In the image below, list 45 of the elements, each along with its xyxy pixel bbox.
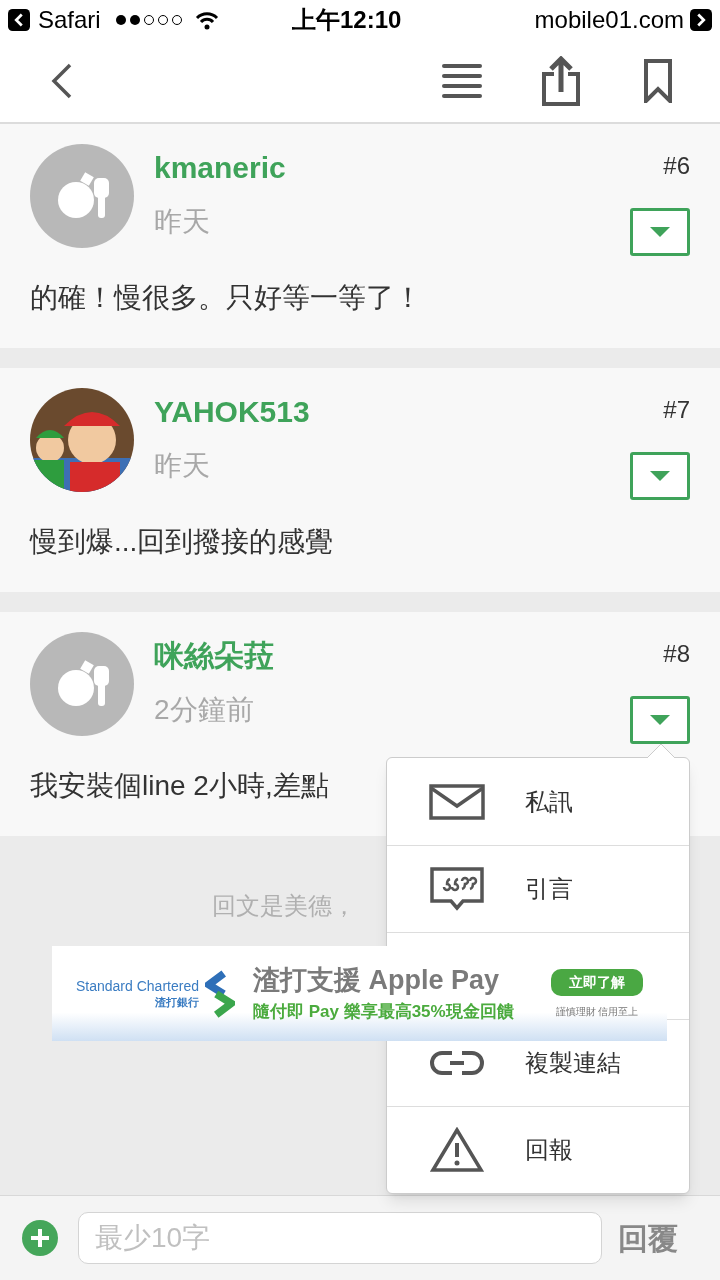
back-icon[interactable]: [8, 9, 30, 31]
menu-item[interactable]: 回報: [429, 1127, 573, 1173]
floor-number: #6: [663, 151, 690, 181]
menu-item-label: 引言: [525, 874, 573, 904]
mail-icon: [429, 783, 485, 820]
caret-icon: [650, 227, 670, 237]
floor-number: #7: [663, 395, 690, 425]
warning-icon: [430, 1127, 484, 1173]
share-icon[interactable]: [542, 56, 580, 106]
bookmark-icon[interactable]: [644, 59, 672, 103]
floor-number: #8: [663, 639, 690, 669]
menu-icon[interactable]: [442, 63, 482, 99]
forward-icon[interactable]: [690, 9, 712, 31]
footer-note: 回文是美德，: [212, 891, 356, 921]
quote-bubble-icon: [430, 867, 484, 911]
menu-item[interactable]: 引言: [429, 867, 573, 911]
back-app-label[interactable]: Safari: [38, 2, 101, 38]
ad-headline: 渣打支援 Apple Pay: [252, 963, 500, 997]
bank-logo-icon: [204, 969, 235, 1018]
post-time: 2分鐘前: [154, 693, 255, 727]
ad-disclaimer: 謹慎理財 信用至上: [555, 1004, 639, 1019]
wifi-icon: [194, 10, 219, 30]
signal-icon: [114, 14, 183, 26]
bank-name-zh: 渣打銀行: [154, 994, 199, 1010]
post-body: 慢到爆...回到撥接的感覺: [30, 525, 334, 559]
add-icon[interactable]: [22, 1220, 58, 1256]
menu-item[interactable]: 私訊: [429, 783, 573, 820]
post-time: 昨天: [154, 449, 211, 483]
post-body: 我安裝個line 2小時,差點: [30, 769, 329, 803]
site-label[interactable]: mobile01.com: [534, 2, 684, 38]
ad-banner[interactable]: Standard Chartered 渣打銀行 渣打支援 Apple Pay 隨付即 Pay 樂享最高35%現金回饋 立即了解 謹慎理財 信用至上: [52, 946, 667, 1041]
caret-icon: [650, 715, 670, 725]
dropdown-button[interactable]: [630, 208, 690, 256]
menu-item-label: 私訊: [525, 786, 573, 817]
menu-item[interactable]: 複製連結: [429, 1045, 621, 1081]
status-time: 上午12:10: [290, 5, 403, 35]
post-body: 的確！慢很多。只好等一等了！: [30, 281, 422, 315]
dropdown-button[interactable]: [630, 452, 690, 500]
menu-item-label: 複製連結: [525, 1048, 621, 1078]
caret-icon: [650, 471, 670, 481]
ad-subline: 隨付即 Pay 樂享最高35%現金回饋: [252, 1000, 514, 1023]
post-time: 昨天: [154, 205, 211, 239]
bank-name: Standard Chartered: [76, 977, 199, 994]
menu-item-label: 回報: [525, 1135, 573, 1165]
reply-input-field[interactable]: 最少10字: [78, 1212, 602, 1264]
